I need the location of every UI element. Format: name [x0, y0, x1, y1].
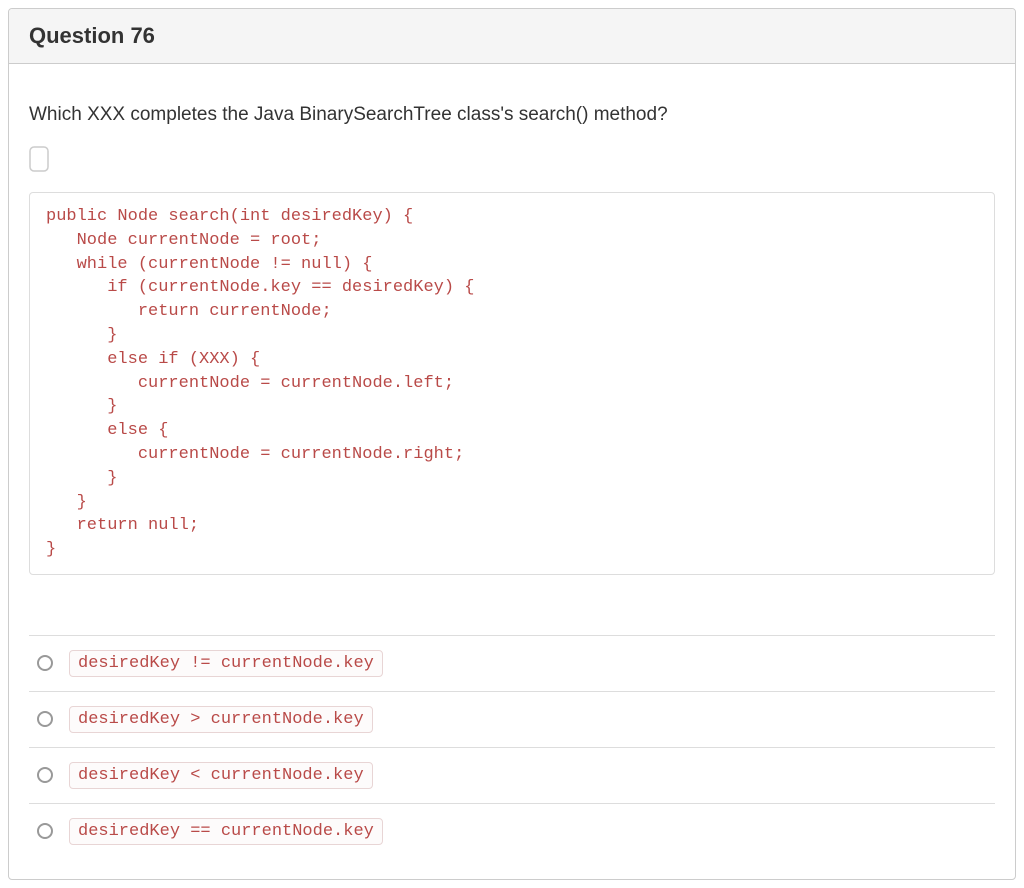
option-code: desiredKey != currentNode.key: [69, 650, 383, 677]
options-list: desiredKey != currentNode.key desiredKey…: [29, 635, 995, 859]
radio-button[interactable]: [37, 711, 53, 727]
option-code: desiredKey == currentNode.key: [69, 818, 383, 845]
option-row[interactable]: desiredKey == currentNode.key: [29, 803, 995, 859]
radio-button[interactable]: [37, 823, 53, 839]
option-code: desiredKey < currentNode.key: [69, 762, 373, 789]
radio-button[interactable]: [37, 767, 53, 783]
option-row[interactable]: desiredKey < currentNode.key: [29, 747, 995, 803]
option-code: desiredKey > currentNode.key: [69, 706, 373, 733]
code-block: public Node search(int desiredKey) { Nod…: [29, 192, 995, 575]
option-row[interactable]: desiredKey > currentNode.key: [29, 691, 995, 747]
question-header: Question 76: [9, 9, 1015, 64]
question-title: Question 76: [29, 23, 995, 49]
question-container: Question 76 Which XXX completes the Java…: [8, 8, 1016, 880]
question-prompt: Which XXX completes the Java BinarySearc…: [29, 104, 995, 126]
option-row[interactable]: desiredKey != currentNode.key: [29, 635, 995, 691]
flag-icon[interactable]: [29, 146, 49, 172]
question-body: Which XXX completes the Java BinarySearc…: [9, 64, 1015, 879]
radio-button[interactable]: [37, 655, 53, 671]
